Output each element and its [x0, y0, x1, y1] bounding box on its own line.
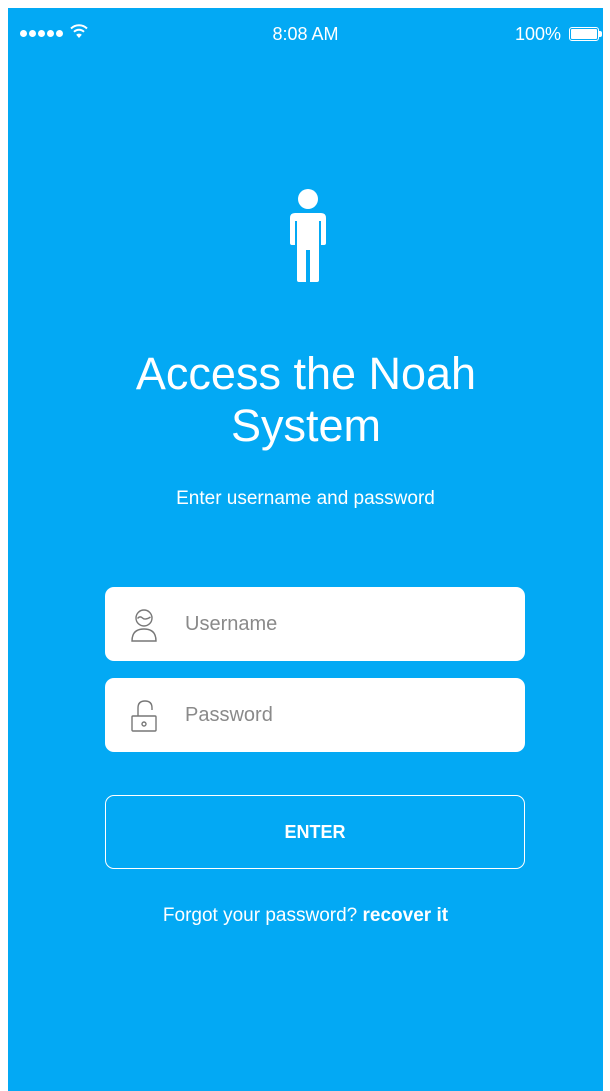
enter-button[interactable]: ENTER	[105, 795, 525, 869]
status-bar: 8:08 AM 100%	[8, 8, 603, 48]
login-screen: 8:08 AM 100% Access the Noah System Ente…	[8, 8, 603, 1091]
page-subtitle: Enter username and password	[176, 488, 435, 509]
page-title: Access the Noah System	[135, 348, 477, 451]
password-input[interactable]	[185, 678, 505, 752]
forgot-password-text: Forgot your password?	[162, 905, 358, 926]
battery-percentage: 100%	[514, 24, 561, 44]
forgot-password-row: Forgot your password? recover it	[8, 905, 603, 927]
battery-icon	[569, 27, 599, 41]
recover-password-link[interactable]: recover it	[363, 905, 449, 926]
username-input[interactable]	[185, 587, 505, 661]
lock-icon	[131, 700, 157, 732]
password-field[interactable]	[105, 678, 525, 752]
user-icon	[131, 609, 157, 642]
battery-tip	[599, 31, 602, 37]
status-time: 8:08 AM	[272, 24, 339, 44]
person-icon	[290, 189, 326, 282]
username-field[interactable]	[105, 587, 525, 661]
